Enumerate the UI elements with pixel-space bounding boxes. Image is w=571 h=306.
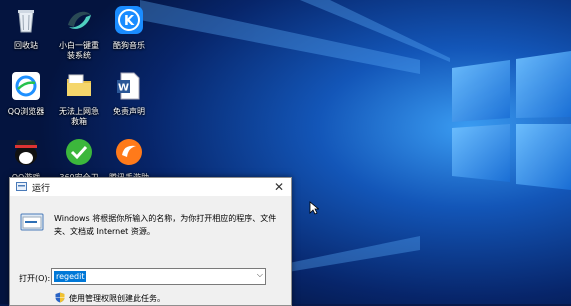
mouse-cursor-icon [309,201,319,215]
dialog-description: Windows 将根据你所输入的名称，为你打开相应的程序、文件夹、文档或 Int… [54,214,277,236]
desktop-icon-folder[interactable]: 无法上网急救箱 [56,71,102,127]
open-input-value[interactable]: regedit [54,271,87,282]
xiaobai-reinstall-icon [68,11,91,29]
qq-game-icon [15,140,37,165]
word-document-icon: W [117,72,140,100]
close-button[interactable]: ✕ [271,179,287,195]
svg-text:W: W [118,83,129,94]
tencent-mobile-game-icon [116,139,142,165]
icon-label: 免责声明 [113,107,145,116]
desktop-icon-kugou[interactable]: K 酷狗音乐 [106,5,152,51]
desktop-icon-recycle-bin[interactable]: 回收站 [3,5,49,51]
folder-icon [67,74,91,96]
admin-notice-text: 使用管理权限创建此任务。 [69,294,165,303]
dialog-body: Windows 将根据你所输入的名称，为你打开相应的程序、文件夹、文档或 Int… [10,196,291,305]
chevron-down-icon[interactable]: ⌵ [257,270,263,280]
icon-label: 小白一键重装系统 [59,41,99,60]
run-program-icon [20,213,44,231]
run-app-icon [16,182,27,191]
desktop-icon-qq-browser[interactable]: QQ浏览器 [3,71,49,117]
icon-label: QQ浏览器 [7,107,45,116]
open-label: 打开(O): [19,274,51,283]
desktop-icon-word-doc[interactable]: W 免责声明 [106,71,152,117]
icon-label: 回收站 [14,41,38,50]
icon-label: 无法上网急救箱 [59,107,99,126]
kugou-music-icon: K [115,6,143,34]
svg-text:K: K [124,14,135,29]
recycle-bin-icon [18,10,34,33]
desktop-icon-xiaobai[interactable]: 小白一键重装系统 [56,5,102,61]
dialog-title: 运行 [32,184,51,194]
uac-shield-icon [55,292,65,303]
icon-label: 酷狗音乐 [113,41,145,50]
360-safe-icon [66,139,92,165]
run-dialog: 运行 ✕ Windows 将根据你所输入的名称，为你打开相应的程序、文件夹、文档… [9,177,292,306]
open-combobox[interactable]: regedit ⌵ [51,268,266,285]
dialog-titlebar[interactable]: 运行 ✕ [10,178,291,196]
qq-browser-icon [12,72,40,100]
